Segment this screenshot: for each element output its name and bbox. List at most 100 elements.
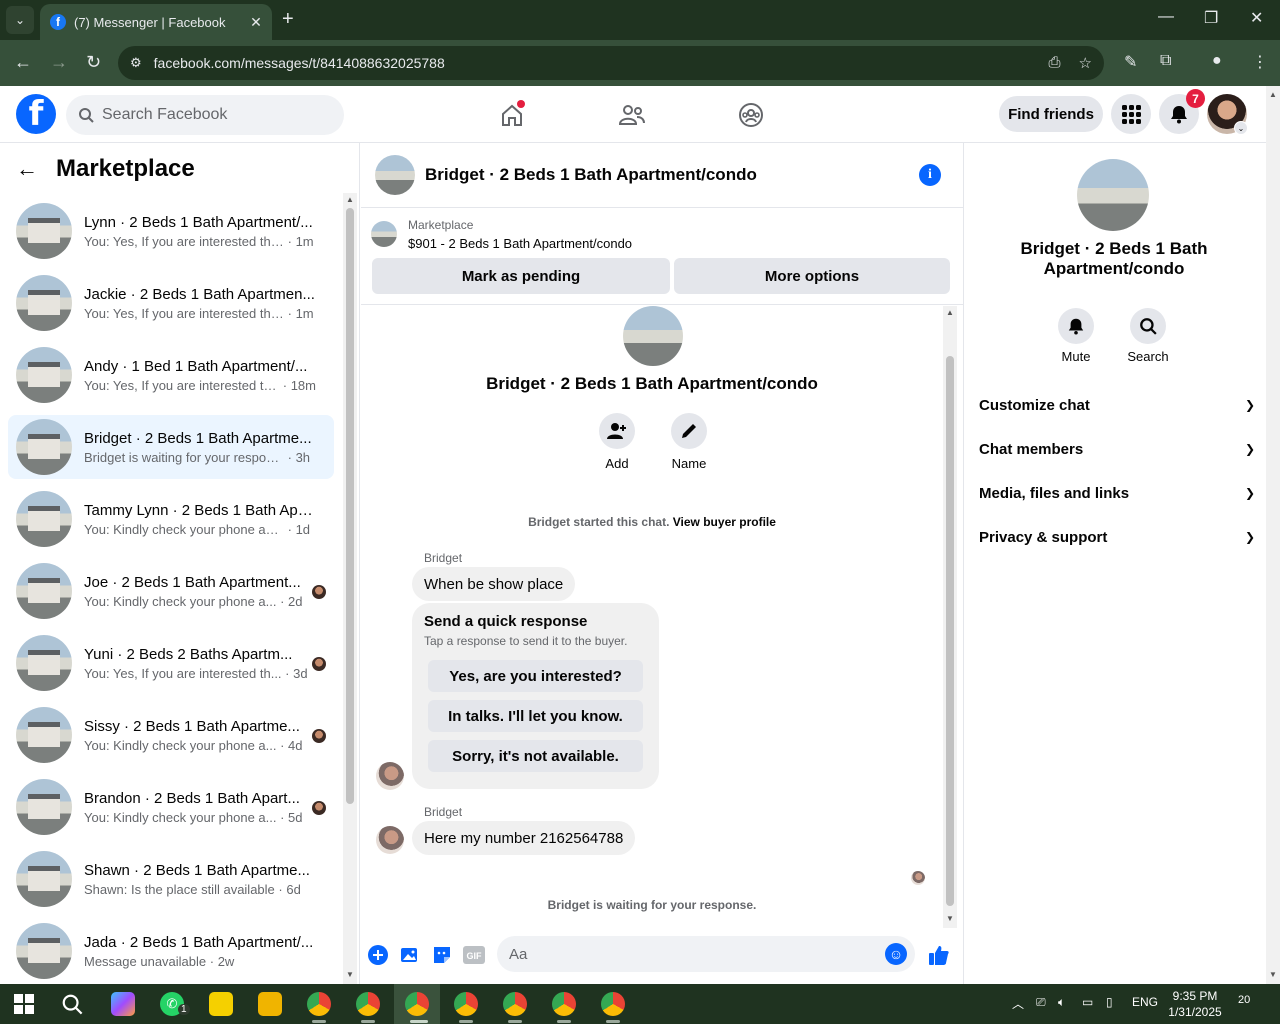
view-buyer-profile-link[interactable]: View buyer profile xyxy=(673,515,776,529)
conversation-item[interactable]: Yuni · 2 Beds 2 Baths Apartm... You: Yes,… xyxy=(8,631,334,695)
scroll-thumb[interactable] xyxy=(946,356,954,906)
chrome-icon[interactable] xyxy=(552,992,576,1016)
chrome-icon[interactable] xyxy=(454,992,478,1016)
media-files-links-section[interactable]: Media, files and links ❯ xyxy=(979,471,1255,515)
facebook-logo-icon[interactable]: f xyxy=(16,94,56,134)
file-explorer-icon[interactable] xyxy=(258,992,282,1016)
name-action[interactable]: Name xyxy=(659,413,719,471)
photo-icon[interactable] xyxy=(399,944,421,966)
notifications-button[interactable]: 7 xyxy=(1159,89,1205,134)
chrome-icon[interactable] xyxy=(503,992,527,1016)
minimize-icon[interactable]: — xyxy=(1158,8,1174,26)
install-app-icon[interactable]: ⎙ xyxy=(1049,54,1061,72)
search-icon[interactable] xyxy=(60,992,84,1016)
conversation-item[interactable]: Lynn · 2 Beds 1 Bath Apartment/... You: Y… xyxy=(8,199,334,263)
chat-members-section[interactable]: Chat members ❯ xyxy=(979,427,1255,471)
bookmark-star-icon[interactable]: ☆ xyxy=(1079,54,1092,72)
sidebar-scrollbar[interactable]: ▲ ▼ xyxy=(343,193,357,984)
site-settings-icon[interactable]: ⚙ xyxy=(130,55,142,71)
quick-reply-not-available-button[interactable]: Sorry, it's not available. xyxy=(428,740,643,772)
notification-center-icon[interactable]: 20 xyxy=(1238,994,1260,1014)
chat-scrollbar[interactable]: ▲ ▼ xyxy=(943,306,957,928)
home-nav[interactable] xyxy=(497,100,527,130)
privacy-support-section[interactable]: Privacy & support ❯ xyxy=(979,515,1255,559)
language-indicator[interactable]: ENG xyxy=(1132,995,1158,1009)
scroll-up-icon[interactable]: ▲ xyxy=(346,195,354,204)
groups-nav[interactable] xyxy=(736,100,766,130)
plus-circle-icon[interactable] xyxy=(367,944,389,966)
back-icon[interactable]: ← xyxy=(14,52,32,73)
listing-thumbnail[interactable] xyxy=(371,221,397,247)
scroll-down-icon[interactable]: ▼ xyxy=(346,970,354,979)
close-tab-icon[interactable]: ✕ xyxy=(248,14,264,31)
chrome-icon[interactable] xyxy=(601,992,625,1016)
chrome-icon[interactable] xyxy=(356,992,380,1016)
page-scrollbar[interactable]: ▲ ▼ xyxy=(1266,86,1280,984)
search-action[interactable]: Search xyxy=(1118,308,1178,364)
show-hidden-icons-icon[interactable]: ︿ xyxy=(1012,995,1024,1012)
message-input[interactable]: Aa ☺ xyxy=(497,936,915,972)
conversation-item[interactable]: Shawn · 2 Beds 1 Bath Apartme... Shawn: I… xyxy=(8,847,334,911)
forward-icon[interactable]: → xyxy=(50,52,68,73)
conversation-item[interactable]: Sissy · 2 Beds 1 Bath Apartme... You: Kin… xyxy=(8,703,334,767)
system-clock[interactable]: 9:35 PM 1/31/2025 xyxy=(1163,988,1227,1020)
message-bubble[interactable]: When be show place xyxy=(412,567,576,601)
gif-icon[interactable]: GIF xyxy=(463,944,485,966)
conversation-item[interactable]: Joe · 2 Beds 1 Bath Apartment... You: Kin… xyxy=(8,559,334,623)
conversation-item[interactable]: Jackie · 2 Beds 1 Bath Apartmen... You: Y… xyxy=(8,271,334,335)
info-icon[interactable]: i xyxy=(919,164,941,186)
listing-price[interactable]: $901 - 2 Beds 1 Bath Apartment/condo xyxy=(408,236,632,251)
menu-button[interactable] xyxy=(1111,94,1151,134)
account-chevron-icon[interactable]: ⌄ xyxy=(1234,121,1248,135)
copilot-icon[interactable] xyxy=(111,992,135,1016)
scroll-down-icon[interactable]: ▼ xyxy=(1269,970,1277,979)
extensions-icon[interactable]: ⧉ xyxy=(1160,52,1171,70)
browser-tab[interactable]: f (7) Messenger | Facebook ✕ xyxy=(40,4,272,40)
quick-reply-in-talks-button[interactable]: In talks. I'll let you know. xyxy=(428,700,643,732)
chrome-icon[interactable] xyxy=(405,992,429,1016)
close-window-icon[interactable]: ✕ xyxy=(1250,8,1263,28)
chat-title[interactable]: Bridget · 2 Beds 1 Bath Apartment/condo xyxy=(425,165,757,185)
scroll-up-icon[interactable]: ▲ xyxy=(1269,90,1277,99)
conversation-item[interactable]: Jada · 2 Beds 1 Bath Apartment/... Messag… xyxy=(8,919,334,983)
chrome-menu-icon[interactable]: ⋮ xyxy=(1252,52,1268,72)
chrome-icon[interactable] xyxy=(307,992,331,1016)
info-avatar[interactable] xyxy=(1077,159,1149,231)
friends-nav[interactable] xyxy=(617,100,647,130)
conversation-item[interactable]: Bridget · 2 Beds 1 Bath Apartme... Bridge… xyxy=(8,415,334,479)
scroll-down-icon[interactable]: ▼ xyxy=(946,914,954,923)
sticky-notes-icon[interactable] xyxy=(209,992,233,1016)
tab-search-button[interactable]: ⌄ xyxy=(6,6,34,34)
message-bubble[interactable]: Here my number 2162564788 xyxy=(412,821,636,855)
reload-icon[interactable]: ↻ xyxy=(86,52,101,73)
add-people-action[interactable]: Add xyxy=(587,413,647,471)
url-field[interactable]: ⚙ facebook.com/messages/t/84140886320257… xyxy=(118,46,1104,80)
customize-chat-section[interactable]: Customize chat ❯ xyxy=(979,383,1255,427)
conversation-item[interactable]: Andy · 1 Bed 1 Bath Apartment/... You: Ye… xyxy=(8,343,334,407)
conversation-item[interactable]: Tammy Lynn · 2 Beds 1 Bath Apa... You: Ki… xyxy=(8,487,334,551)
conversation-item[interactable]: Brandon · 2 Beds 1 Bath Apart... You: Kin… xyxy=(8,775,334,839)
new-tab-button[interactable]: + xyxy=(282,8,294,30)
chat-avatar[interactable] xyxy=(375,155,415,195)
profile-icon[interactable]: ● xyxy=(1212,52,1222,70)
meet-now-icon[interactable]: ⎚ xyxy=(1036,995,1046,1010)
mute-action[interactable]: Mute xyxy=(1046,308,1106,364)
mark-as-pending-button[interactable]: Mark as pending xyxy=(372,258,670,294)
facebook-search-input[interactable]: Search Facebook xyxy=(66,95,344,135)
network-icon[interactable]: ▭ xyxy=(1082,995,1093,1009)
scroll-thumb[interactable] xyxy=(346,208,354,804)
pen-icon[interactable]: ✎ xyxy=(1124,52,1137,72)
thumbs-up-icon[interactable] xyxy=(928,944,950,966)
scroll-up-icon[interactable]: ▲ xyxy=(946,308,954,317)
sender-avatar[interactable] xyxy=(376,762,404,790)
restore-icon[interactable]: ❐ xyxy=(1204,8,1218,28)
find-friends-button[interactable]: Find friends xyxy=(999,96,1103,132)
sender-avatar[interactable] xyxy=(376,826,404,854)
battery-icon[interactable]: ▯ xyxy=(1106,995,1113,1009)
sticker-icon[interactable] xyxy=(431,944,453,966)
speaker-icon[interactable]: 🔈︎ xyxy=(1058,995,1065,1010)
more-options-button[interactable]: More options xyxy=(674,258,950,294)
windows-start-icon[interactable] xyxy=(12,992,36,1016)
back-arrow-icon[interactable]: ← xyxy=(16,156,46,182)
quick-reply-interested-button[interactable]: Yes, are you interested? xyxy=(428,660,643,692)
